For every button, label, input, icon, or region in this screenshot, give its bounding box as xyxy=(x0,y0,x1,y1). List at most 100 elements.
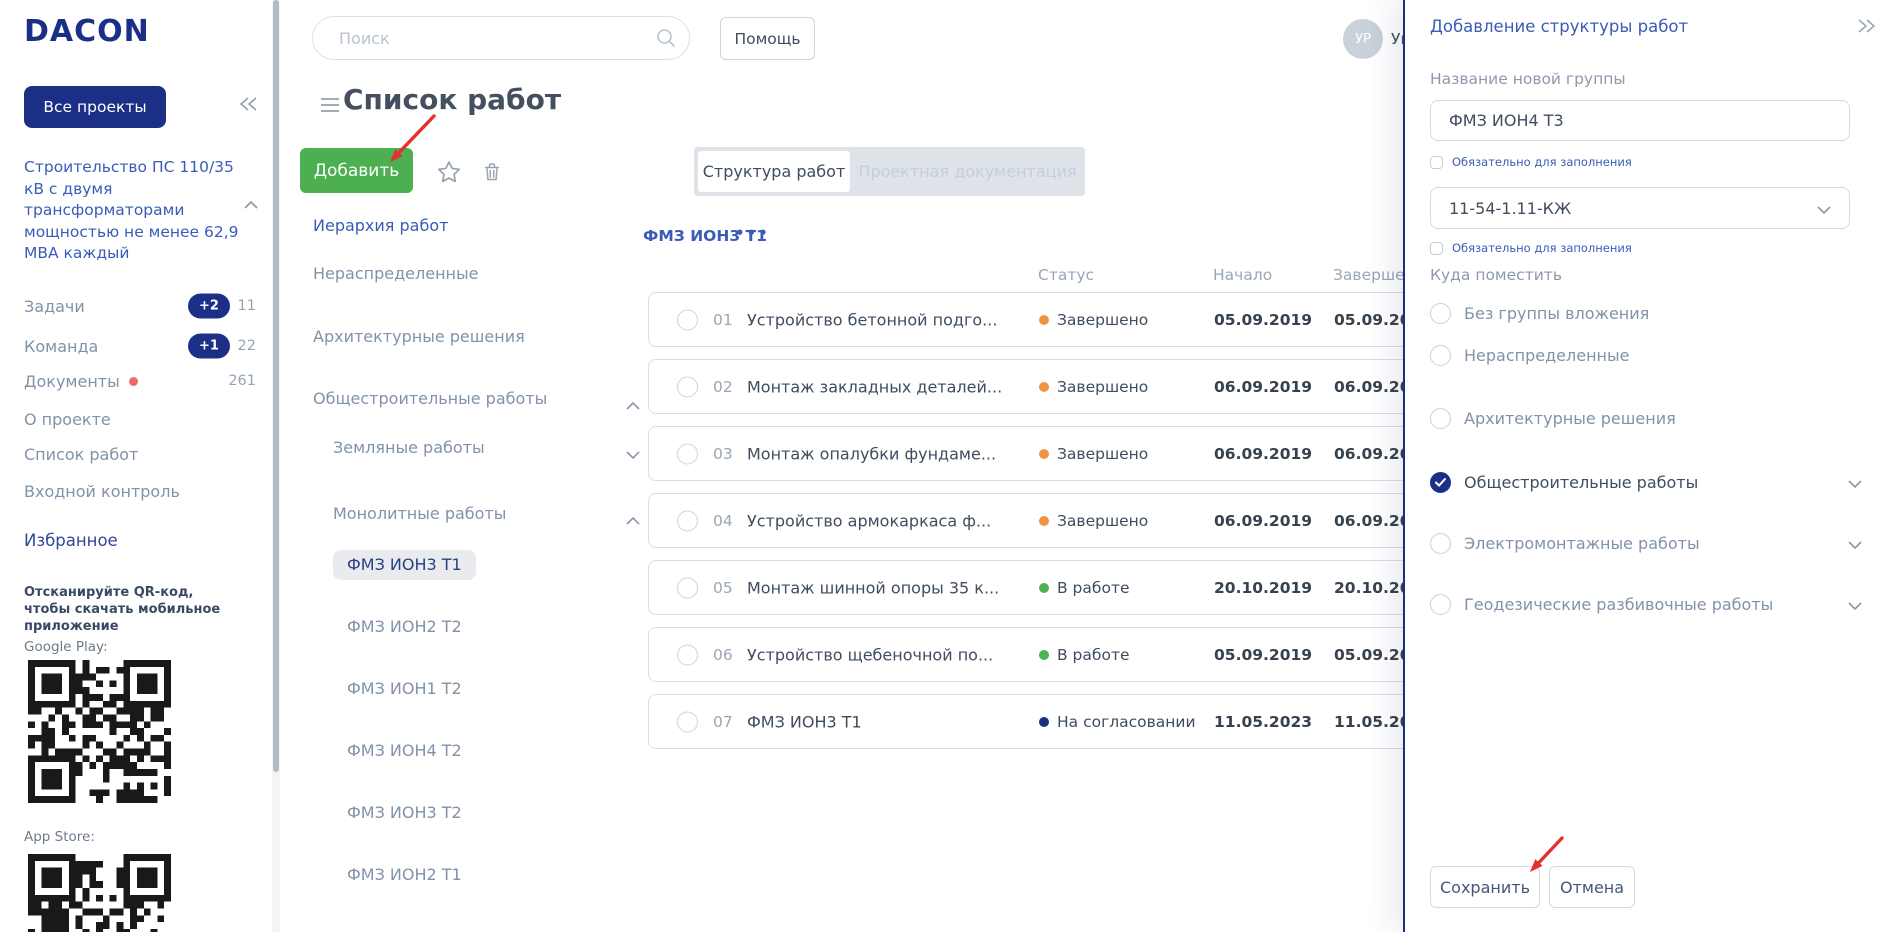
required-hint-text: Обязательно для заполнения xyxy=(1452,241,1632,255)
placement-option-label: Электромонтажные работы xyxy=(1464,533,1700,553)
table-row[interactable]: 04 Устройство армокаркаса ф... Завершено… xyxy=(648,493,1458,548)
radio-icon[interactable] xyxy=(1430,532,1451,554)
star-icon[interactable] xyxy=(436,159,462,189)
table-row[interactable]: 07 ФМЗ ИОН3 Т1 На согласовании 11.05.202… xyxy=(648,694,1458,749)
table-row[interactable]: 03 Монтаж опалубки фундаме... Завершено … xyxy=(648,426,1458,481)
chevron-down-icon[interactable] xyxy=(1848,595,1862,614)
row-work-name: ФМЗ ИОН3 Т1 xyxy=(747,712,862,731)
table-row[interactable]: 06 Устройство щебеночной по... В работе … xyxy=(648,627,1458,682)
sidebar-item[interactable]: Команда +1 22 xyxy=(24,333,256,359)
row-start-date: 20.10.2019 xyxy=(1214,578,1313,597)
sidebar-collapse-icon[interactable] xyxy=(238,96,260,116)
menu-icon[interactable] xyxy=(320,97,340,117)
row-number: 05 xyxy=(713,578,733,597)
tree-item[interactable]: Монолитные работы xyxy=(333,499,506,529)
row-select-radio[interactable] xyxy=(677,711,698,732)
placement-option[interactable]: Без группы вложения xyxy=(1430,298,1872,328)
tree-item[interactable]: Общестроительные работы xyxy=(313,384,547,414)
save-button[interactable]: Сохранить xyxy=(1430,866,1540,908)
sidebar-item-label: Список работ xyxy=(24,444,139,464)
tab-work-structure[interactable]: Структура работ xyxy=(698,151,850,192)
project-title-link[interactable]: Строительство ПС 110/35 кВ с двумя транс… xyxy=(24,157,240,265)
placement-option[interactable]: Нераспределенные xyxy=(1430,340,1872,370)
all-projects-button[interactable]: Все проекты xyxy=(24,86,166,128)
row-number: 06 xyxy=(713,645,733,664)
tree-item[interactable]: ФМЗ ИОН4 Т2 xyxy=(347,736,462,766)
help-button[interactable]: Помощь xyxy=(720,17,815,60)
required-hint: Обязательно для заполнения xyxy=(1430,155,1632,169)
tab-project-documentation[interactable]: Проектная документация xyxy=(850,147,1085,196)
row-select-radio[interactable] xyxy=(677,644,698,665)
chevron-down-icon[interactable] xyxy=(1848,534,1862,553)
add-structure-panel: Добавление структуры работ Название ново… xyxy=(1403,0,1897,932)
tree-item[interactable]: ФМЗ ИОН3 Т2 xyxy=(347,798,462,828)
row-work-name: Монтаж закладных деталей... xyxy=(747,377,1003,396)
user-avatar[interactable]: УР xyxy=(1343,19,1383,59)
sidebar-item[interactable]: Документы 261 xyxy=(24,368,256,394)
group-name-input[interactable] xyxy=(1430,100,1850,141)
document-select[interactable]: 11-54-1.11-КЖ xyxy=(1430,187,1850,229)
row-work-name: Монтаж опалубки фундаме... xyxy=(747,444,997,463)
tree-item[interactable]: ФМЗ ИОН3 Т1 xyxy=(333,550,476,580)
chevron-up-icon[interactable] xyxy=(626,395,640,414)
group-actions-menu[interactable]: ••• xyxy=(735,224,770,242)
radio-icon[interactable] xyxy=(1430,344,1451,366)
placement-option[interactable]: Общестроительные работы xyxy=(1430,467,1872,497)
tree-item[interactable]: ФМЗ ИОН2 Т1 xyxy=(347,860,462,890)
google-play-qr-code xyxy=(28,660,171,807)
document-select-value: 11-54-1.11-КЖ xyxy=(1449,198,1572,218)
table-row[interactable]: 01 Устройство бетонной подго... Завершен… xyxy=(648,292,1458,347)
app-store-qr-code xyxy=(28,854,171,932)
tab-bar: Структура работ Проектная документация xyxy=(694,147,1085,196)
placement-option[interactable]: Геодезические разбивочные работы xyxy=(1430,589,1872,619)
sidebar-item[interactable]: Входной контроль xyxy=(24,478,256,504)
radio-icon[interactable] xyxy=(1430,407,1451,429)
count: 22 xyxy=(237,338,256,354)
row-number: 03 xyxy=(713,444,733,463)
search-input[interactable] xyxy=(312,16,690,60)
sidebar-item[interactable]: Задачи +2 11 xyxy=(24,293,256,319)
chevron-up-icon[interactable] xyxy=(244,194,258,213)
row-work-name: Устройство щебеночной по... xyxy=(747,645,994,664)
tree-item[interactable]: Земляные работы xyxy=(333,433,485,463)
tree-item[interactable]: ФМЗ ИОН2 Т2 xyxy=(347,612,462,642)
tree-item[interactable]: Нераспределенные xyxy=(313,259,478,289)
status-dot-icon xyxy=(1039,649,1049,660)
status-dot-icon xyxy=(1039,381,1049,392)
sidebar-item[interactable]: Список работ xyxy=(24,441,256,467)
count: 11 xyxy=(237,298,256,314)
chevron-down-icon[interactable] xyxy=(626,444,640,463)
sidebar-item[interactable]: О проекте xyxy=(24,406,256,432)
sidebar-item-favorites[interactable]: Избранное xyxy=(24,531,118,550)
info-icon xyxy=(1430,241,1443,255)
row-select-radio[interactable] xyxy=(677,577,698,598)
row-select-radio[interactable] xyxy=(677,443,698,464)
app-root: DACON Все проекты Строительство ПС 110/3… xyxy=(0,0,1897,932)
row-start-date: 06.09.2019 xyxy=(1214,444,1313,463)
add-button[interactable]: Добавить xyxy=(300,148,413,193)
row-select-radio[interactable] xyxy=(677,309,698,330)
chevron-up-icon[interactable] xyxy=(626,510,640,529)
placement-option-label: Геодезические разбивочные работы xyxy=(1464,594,1774,614)
row-status: В работе xyxy=(1057,578,1130,597)
cancel-button[interactable]: Отмена xyxy=(1549,866,1635,908)
placement-option-label: Без группы вложения xyxy=(1464,303,1650,323)
panel-collapse-icon[interactable] xyxy=(1855,18,1877,38)
chevron-down-icon[interactable] xyxy=(1848,473,1862,492)
sidebar-scrollbar-thumb[interactable] xyxy=(273,0,279,772)
row-select-radio[interactable] xyxy=(677,510,698,531)
table-row[interactable]: 05 Монтаж шинной опоры 35 к... В работе … xyxy=(648,560,1458,615)
row-status: На согласовании xyxy=(1057,712,1196,731)
status-dot-icon xyxy=(1039,515,1049,526)
radio-icon[interactable] xyxy=(1430,302,1451,324)
table-row[interactable]: 02 Монтаж закладных деталей... Завершено… xyxy=(648,359,1458,414)
placement-option[interactable]: Архитектурные решения xyxy=(1430,403,1872,433)
status-dot-icon xyxy=(1039,716,1049,727)
radio-selected-icon[interactable] xyxy=(1430,471,1451,493)
trash-icon[interactable] xyxy=(480,160,504,188)
radio-icon[interactable] xyxy=(1430,593,1451,615)
row-select-radio[interactable] xyxy=(677,376,698,397)
tree-item[interactable]: ФМЗ ИОН1 Т2 xyxy=(347,674,462,704)
tree-item[interactable]: Архитектурные решения xyxy=(313,322,525,352)
placement-option[interactable]: Электромонтажные работы xyxy=(1430,528,1872,558)
